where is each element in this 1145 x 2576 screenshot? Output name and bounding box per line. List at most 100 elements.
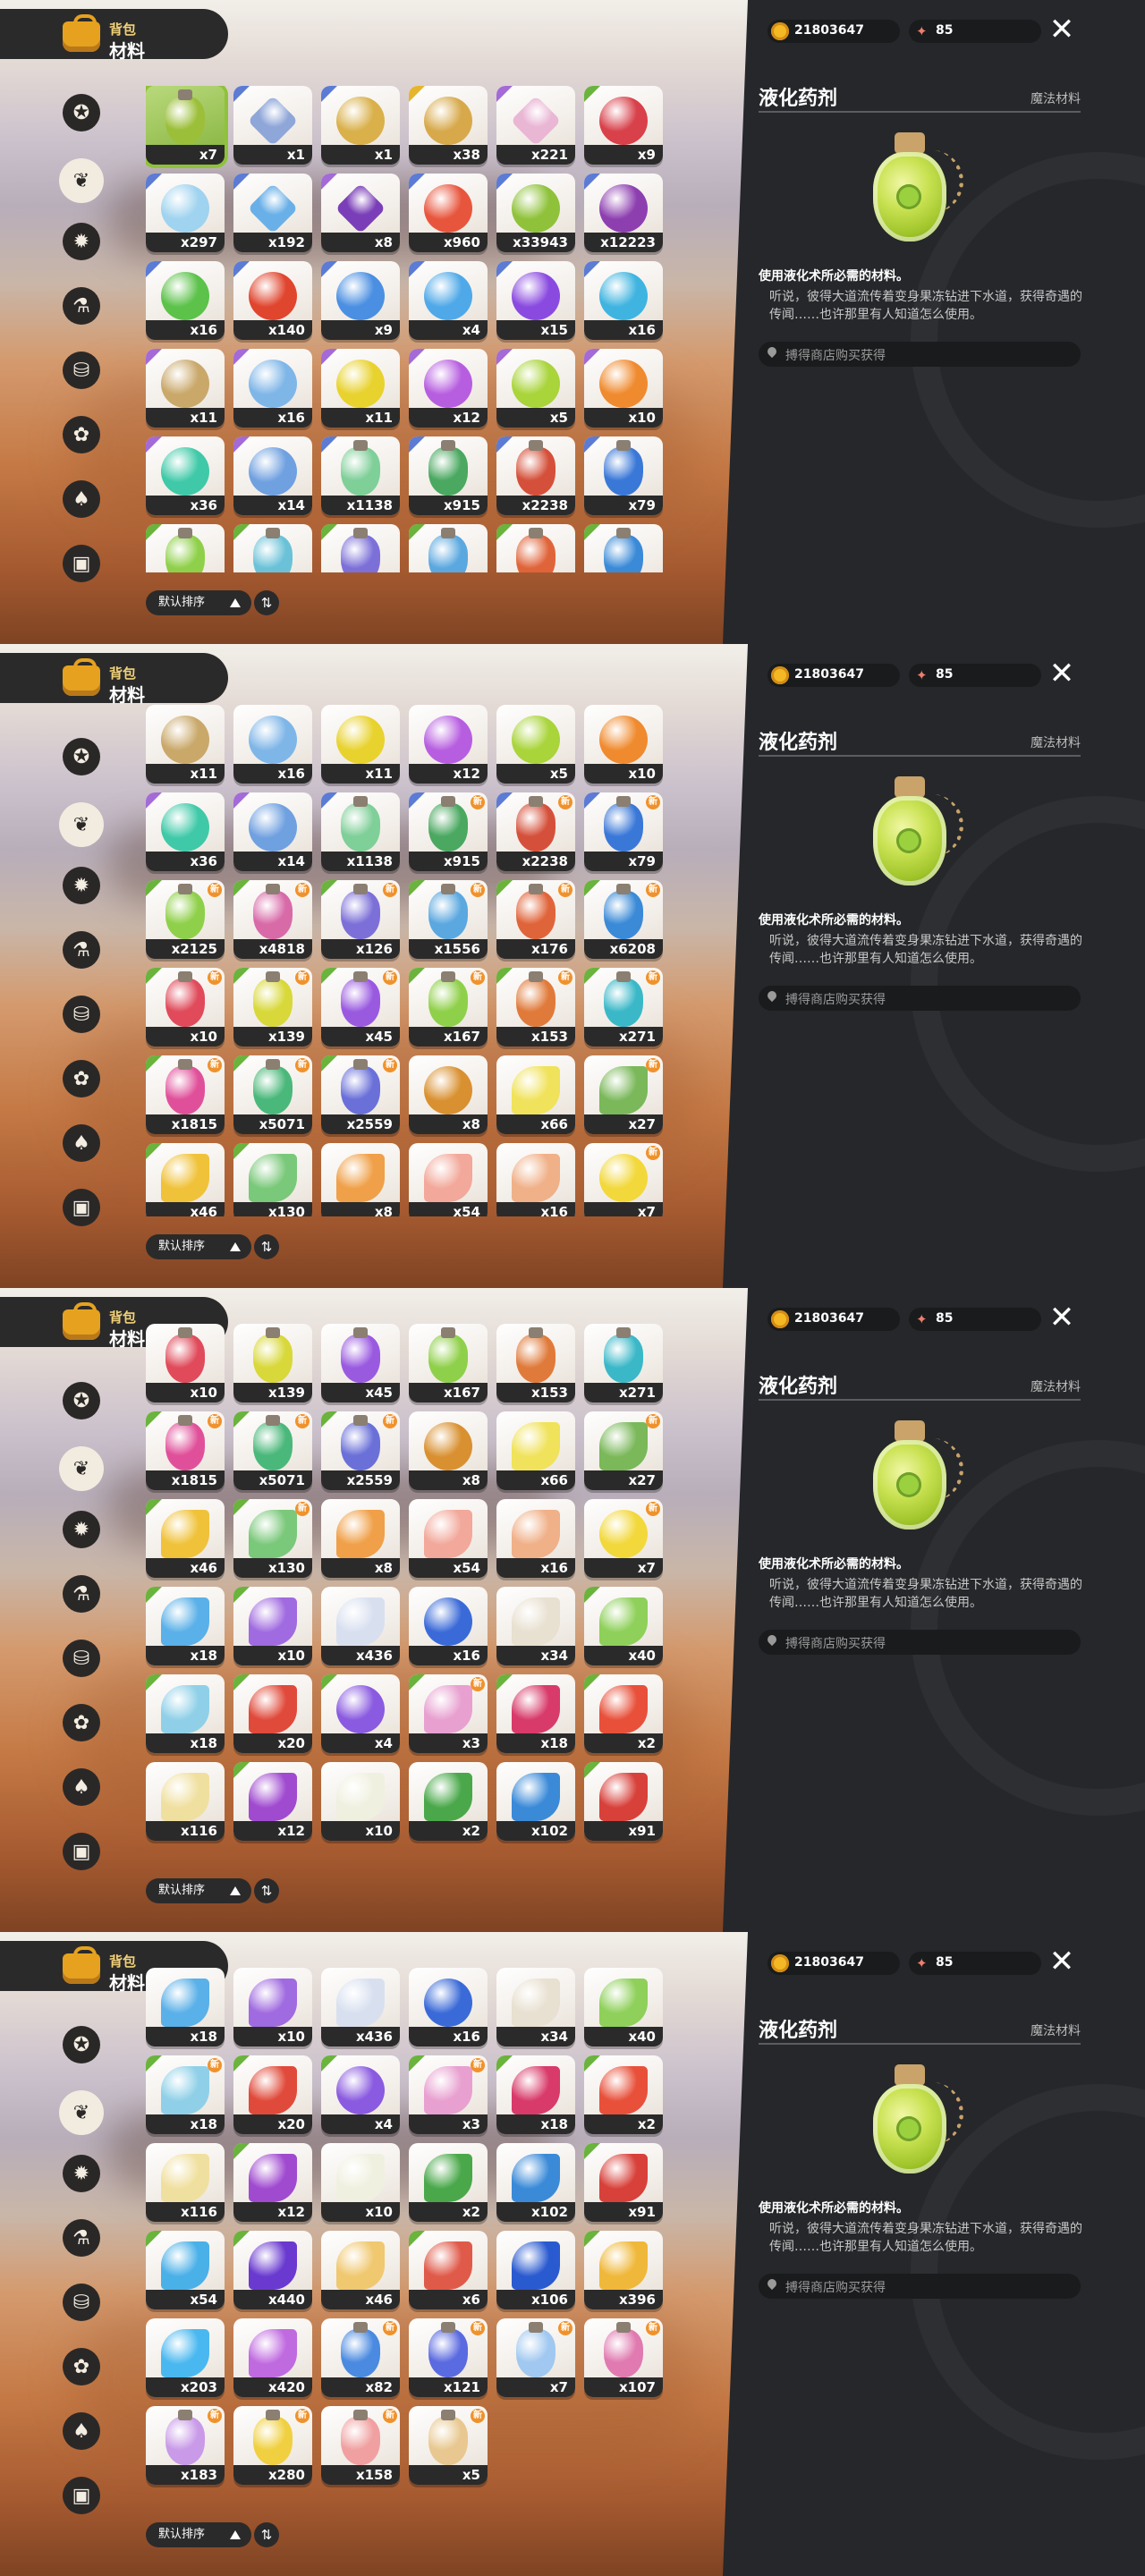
item-slot[interactable]: x54 xyxy=(409,1499,488,1578)
item-slot[interactable] xyxy=(233,524,312,572)
item-slot[interactable]: x8 xyxy=(321,1143,400,1216)
item-slot[interactable]: x4 xyxy=(409,261,488,340)
item-slot[interactable]: 新 x45 xyxy=(321,968,400,1046)
item-slot[interactable]: 新 x2559 xyxy=(321,1055,400,1134)
close-button[interactable]: ✕ xyxy=(1047,1302,1077,1333)
item-slot[interactable]: x1138 xyxy=(321,436,400,515)
item-slot[interactable]: x16 xyxy=(233,705,312,784)
item-slot[interactable]: x221 xyxy=(496,86,575,165)
item-slot[interactable]: x10 xyxy=(321,1762,400,1841)
item-slot[interactable]: 新 x79 xyxy=(584,792,663,871)
item-slot[interactable]: 新 x121 xyxy=(409,2318,488,2397)
item-slot[interactable]: x8 xyxy=(409,1055,488,1134)
item-slot[interactable]: x16 xyxy=(496,1499,575,1578)
item-slot[interactable]: x46 xyxy=(146,1499,225,1578)
item-slot[interactable]: 新 x107 xyxy=(584,2318,663,2397)
leaf-icon[interactable]: ❦ xyxy=(59,2090,104,2135)
item-slot[interactable]: x167 xyxy=(409,1324,488,1402)
chest-icon[interactable]: ▣ xyxy=(63,1189,100,1226)
item-slot[interactable]: 新 x1815 xyxy=(146,1055,225,1134)
item-slot[interactable]: x40 xyxy=(584,1968,663,2046)
item-slot[interactable]: x440 xyxy=(233,2231,312,2309)
item-slot[interactable]: x102 xyxy=(496,2143,575,2222)
item-slot[interactable]: x20 xyxy=(233,1674,312,1753)
item-slot[interactable]: x420 xyxy=(233,2318,312,2397)
item-slot[interactable]: x7 xyxy=(146,86,225,165)
potion-icon[interactable]: ⚗ xyxy=(63,1575,100,1613)
item-slot[interactable]: x54 xyxy=(409,1143,488,1216)
item-slot[interactable]: 新 x27 xyxy=(584,1411,663,1490)
acorn-icon[interactable]: ♠ xyxy=(63,1768,100,1806)
acorn-icon[interactable]: ♠ xyxy=(63,2412,100,2450)
sort-dropdown[interactable]: 默认排序 xyxy=(146,2522,251,2547)
header-tab[interactable]: 背包 材料 xyxy=(0,9,228,62)
item-slot[interactable]: x66 xyxy=(496,1055,575,1134)
item-slot[interactable]: x2238 xyxy=(496,436,575,515)
item-slot[interactable]: x34 xyxy=(496,1968,575,2046)
item-slot[interactable]: x2 xyxy=(409,1762,488,1841)
gear-badge-icon[interactable]: ✹ xyxy=(63,2155,100,2192)
item-slot[interactable]: x14 xyxy=(233,436,312,515)
item-slot[interactable]: 新 x3 xyxy=(409,1674,488,1753)
bell-icon[interactable]: ✿ xyxy=(63,2348,100,2385)
item-slot[interactable]: x116 xyxy=(146,2143,225,2222)
sort-dropdown[interactable]: 默认排序 xyxy=(146,590,251,615)
gear-badge-icon[interactable]: ✹ xyxy=(63,223,100,260)
item-slot[interactable]: x960 xyxy=(409,174,488,252)
item-slot[interactable]: x9 xyxy=(321,261,400,340)
item-slot[interactable]: x9 xyxy=(584,86,663,165)
item-slot[interactable]: x6 xyxy=(409,2231,488,2309)
item-slot[interactable]: x12 xyxy=(233,2143,312,2222)
item-slot[interactable]: x436 xyxy=(321,1968,400,2046)
item-slot[interactable]: x2 xyxy=(584,1674,663,1753)
basket-icon[interactable]: ⛁ xyxy=(63,352,100,389)
item-slot[interactable]: x11 xyxy=(321,349,400,428)
item-slot[interactable]: 新 x5 xyxy=(409,2406,488,2485)
item-slot[interactable]: x10 xyxy=(321,2143,400,2222)
gear-badge-icon[interactable]: ✹ xyxy=(63,867,100,904)
item-slot[interactable] xyxy=(321,524,400,572)
item-slot[interactable]: x139 xyxy=(233,1324,312,1402)
item-slot[interactable]: 新 x4818 xyxy=(233,880,312,959)
item-slot[interactable]: x18 xyxy=(146,1968,225,2046)
item-slot[interactable]: x1 xyxy=(233,86,312,165)
item-slot[interactable]: x915 xyxy=(409,436,488,515)
item-slot[interactable]: x54 xyxy=(146,2231,225,2309)
item-slot[interactable]: x10 xyxy=(146,1324,225,1402)
item-slot[interactable]: 新 x1556 xyxy=(409,880,488,959)
item-slot[interactable]: x16 xyxy=(409,1968,488,2046)
item-slot[interactable]: x18 xyxy=(146,1587,225,1665)
item-slot[interactable]: x297 xyxy=(146,174,225,252)
item-slot[interactable]: x11 xyxy=(146,349,225,428)
item-slot[interactable]: 新 x7 xyxy=(584,1499,663,1578)
item-slot[interactable]: 新 x10 xyxy=(146,968,225,1046)
sort-order-toggle[interactable]: ⇅ xyxy=(254,2522,279,2547)
item-slot[interactable]: x36 xyxy=(146,792,225,871)
item-slot[interactable]: 新 x176 xyxy=(496,880,575,959)
item-slot[interactable]: x2 xyxy=(409,2143,488,2222)
close-button[interactable]: ✕ xyxy=(1047,1946,1077,1977)
item-slot[interactable]: x12 xyxy=(409,349,488,428)
item-slot[interactable]: 新 x167 xyxy=(409,968,488,1046)
item-slot[interactable]: 新 x271 xyxy=(584,968,663,1046)
item-slot[interactable] xyxy=(496,524,575,572)
item-slot[interactable]: 新 x915 xyxy=(409,792,488,871)
item-slot[interactable]: x46 xyxy=(146,1143,225,1216)
item-slot[interactable]: x153 xyxy=(496,1324,575,1402)
item-slot[interactable]: x11 xyxy=(321,705,400,784)
item-slot[interactable]: x1138 xyxy=(321,792,400,871)
item-slot[interactable]: x45 xyxy=(321,1324,400,1402)
item-slot[interactable]: x16 xyxy=(146,261,225,340)
basket-icon[interactable]: ⛁ xyxy=(63,2284,100,2321)
item-slot[interactable]: 新 x126 xyxy=(321,880,400,959)
item-slot[interactable]: x11 xyxy=(146,705,225,784)
item-slot[interactable]: 新 x130 xyxy=(233,1499,312,1578)
leaf-icon[interactable]: ❦ xyxy=(59,1446,104,1491)
item-slot[interactable]: x116 xyxy=(146,1762,225,1841)
item-slot[interactable]: x20 xyxy=(233,2055,312,2134)
item-slot[interactable]: 新 x2125 xyxy=(146,880,225,959)
sort-order-toggle[interactable]: ⇅ xyxy=(254,590,279,615)
item-slot[interactable]: x140 xyxy=(233,261,312,340)
item-slot[interactable] xyxy=(146,524,225,572)
item-slot[interactable]: 新 x2238 xyxy=(496,792,575,871)
